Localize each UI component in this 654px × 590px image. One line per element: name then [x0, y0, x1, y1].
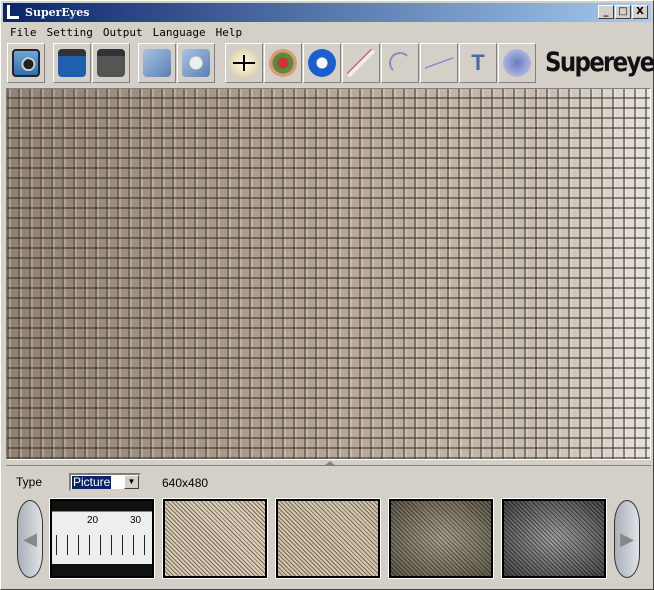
text-button[interactable]: T [459, 43, 497, 83]
play-button[interactable] [303, 43, 341, 83]
type-label: Type [16, 475, 43, 489]
photo-folder-icon [143, 49, 171, 77]
open-photo-folder-button[interactable] [138, 43, 176, 83]
ruler-icon [347, 49, 375, 77]
title-bar: SuperEyes _ □ X [3, 3, 651, 22]
maximize-button[interactable]: □ [615, 5, 631, 19]
chevron-down-icon[interactable]: ▼ [124, 475, 139, 489]
prev-button[interactable]: ◀ [17, 500, 43, 578]
camera-preview [6, 88, 651, 460]
video-stop-icon [97, 49, 125, 77]
toolbar: T Supereyes [5, 43, 654, 85]
next-button[interactable]: ▶ [614, 500, 640, 578]
layers-icon [503, 49, 531, 77]
capture-panel: Type Picture ▼ 640x480 ◀ 20 30 ▶ [6, 467, 651, 587]
thumbnail-4[interactable] [388, 498, 494, 579]
window-title: SuperEyes [25, 6, 90, 19]
thumbnail-5[interactable] [501, 498, 607, 579]
play-circle-icon [308, 49, 336, 77]
menu-bar: File Setting Output Language Help [5, 24, 247, 42]
close-button[interactable]: X [632, 5, 648, 19]
angle-icon [425, 49, 453, 77]
camera-icon [12, 49, 40, 77]
menu-file[interactable]: File [5, 24, 42, 42]
video-folder-icon [182, 49, 210, 77]
thumbnail-3[interactable] [275, 498, 381, 579]
text-icon: T [471, 50, 485, 75]
arc-button[interactable] [381, 43, 419, 83]
ruler-button[interactable] [342, 43, 380, 83]
thumbnail-1[interactable]: 20 30 [49, 498, 155, 579]
type-select[interactable]: Picture ▼ [69, 473, 141, 491]
app-window: SuperEyes _ □ X File Setting Output Lang… [0, 0, 654, 590]
resolution-label: 640x480 [162, 476, 209, 490]
type-select-value: Picture [72, 475, 112, 489]
stop-record-button[interactable] [92, 43, 130, 83]
menu-setting[interactable]: Setting [42, 24, 98, 42]
panel-splitter[interactable] [6, 461, 651, 466]
supereyes-logo: Supereyes [545, 47, 654, 78]
menu-help[interactable]: Help [211, 24, 248, 42]
video-play-icon [58, 49, 86, 77]
menu-language[interactable]: Language [148, 24, 211, 42]
app-icon [7, 5, 19, 19]
crosshair-button[interactable] [225, 43, 263, 83]
overlay-button[interactable] [498, 43, 536, 83]
minimize-button[interactable]: _ [598, 5, 614, 19]
open-video-folder-button[interactable] [177, 43, 215, 83]
crosshair-icon [230, 49, 258, 77]
ruler-label: 30 [130, 515, 142, 526]
gear-icon [269, 49, 297, 77]
capture-photo-button[interactable] [7, 43, 45, 83]
settings-button[interactable] [264, 43, 302, 83]
menu-output[interactable]: Output [98, 24, 148, 42]
ruler-label: 20 [87, 515, 99, 526]
arc-icon [389, 52, 411, 74]
angle-button[interactable] [420, 43, 458, 83]
thumbnail-2[interactable] [162, 498, 268, 579]
start-record-button[interactable] [53, 43, 91, 83]
